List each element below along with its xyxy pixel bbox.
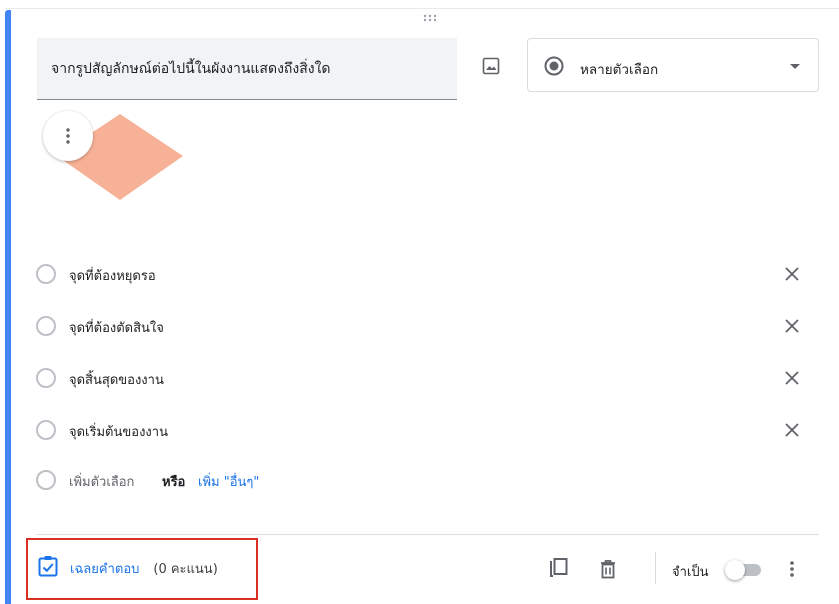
or-text: หรือ	[162, 475, 186, 490]
required-toggle[interactable]	[725, 558, 765, 580]
radio-checked-icon	[544, 56, 564, 80]
active-accent-bar	[5, 10, 11, 604]
question-type-label: หลายตัวเลือก	[580, 62, 659, 78]
add-option-row: เพิ่มตัวเลือก หรือ เพิ่ม "อื่นๆ"	[36, 468, 816, 492]
option-row: จุดที่ต้องหยุดรอ	[36, 262, 816, 286]
answer-key-button[interactable]: เฉลยคำตอบ (0 คะแนน)	[38, 555, 218, 581]
option-row: จุดที่ต้องตัดสินใจ	[36, 314, 816, 338]
question-image	[40, 108, 200, 208]
question-title-text: จากรูปสัญลักษณ์ต่อไปนี้ในผังงานแสดงถึงสิ…	[51, 61, 331, 77]
points-label: (0 คะแนน)	[153, 561, 218, 577]
required-label: จำเป็น	[672, 565, 709, 580]
radio-empty-icon	[36, 264, 56, 284]
question-type-dropdown[interactable]: หลายตัวเลือก	[527, 38, 819, 92]
toggle-thumb	[725, 560, 745, 580]
add-option-button[interactable]: เพิ่มตัวเลือก	[69, 471, 134, 492]
answer-key-label: เฉลยคำตอบ	[70, 561, 140, 577]
more-vert-icon	[66, 128, 70, 144]
question-title-input[interactable]: จากรูปสัญลักษณ์ต่อไปนี้ในผังงานแสดงถึงสิ…	[37, 38, 457, 100]
option-row: จุดสิ้นสุดของงาน	[36, 366, 816, 390]
remove-option-icon[interactable]	[780, 262, 804, 286]
option-row: จุดเริ่มต้นของงาน	[36, 418, 816, 442]
add-other-button[interactable]: เพิ่ม "อื่นๆ"	[198, 471, 259, 492]
drag-handle-icon[interactable]	[415, 10, 445, 26]
add-image-icon[interactable]	[477, 52, 505, 80]
duplicate-icon[interactable]	[544, 555, 572, 583]
remove-option-icon[interactable]	[780, 418, 804, 442]
answer-key-icon	[38, 555, 58, 581]
option-label[interactable]: จุดสิ้นสุดของงาน	[69, 369, 164, 390]
image-options-button[interactable]	[43, 111, 93, 161]
option-label[interactable]: จุดเริ่มต้นของงาน	[69, 421, 168, 442]
remove-option-icon[interactable]	[780, 366, 804, 390]
option-label[interactable]: จุดที่ต้องหยุดรอ	[69, 265, 156, 286]
option-label[interactable]: จุดที่ต้องตัดสินใจ	[69, 317, 164, 338]
radio-empty-icon	[36, 316, 56, 336]
footer-separator	[655, 552, 656, 584]
delete-icon[interactable]	[594, 555, 622, 583]
radio-empty-icon	[36, 470, 56, 490]
radio-empty-icon	[36, 368, 56, 388]
more-options-icon[interactable]	[778, 555, 806, 583]
remove-option-icon[interactable]	[780, 314, 804, 338]
radio-empty-icon	[36, 420, 56, 440]
footer-divider	[36, 534, 819, 535]
dropdown-caret-icon	[790, 64, 800, 69]
